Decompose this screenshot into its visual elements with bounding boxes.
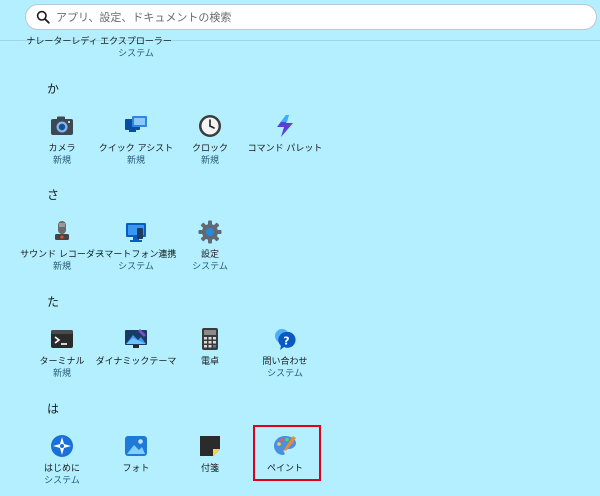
quick-assist-icon [125, 116, 147, 132]
app-tile-explorer-partial[interactable]: エクスプローラー システム [98, 36, 174, 62]
svg-text:?: ? [283, 335, 289, 348]
app-category: 新規 [200, 156, 219, 166]
clock-icon [199, 115, 221, 137]
photos-icon [125, 436, 147, 456]
dynamic-theme-icon [125, 329, 147, 348]
app-category: システム [267, 369, 303, 379]
terminal-icon [51, 330, 73, 348]
highlight-box [253, 425, 321, 481]
app-category: システム [192, 262, 228, 272]
app-tile-settings[interactable]: 設定 システム [172, 220, 248, 282]
sticky-notes-icon [200, 436, 220, 456]
settings-gear-icon [198, 220, 222, 244]
camera-icon [51, 116, 73, 135]
sound-recorder-icon [55, 221, 69, 240]
section-header-ha[interactable]: は [47, 400, 59, 417]
phone-link-icon [126, 223, 146, 242]
app-name: 設定 [200, 250, 219, 260]
search-bar[interactable] [25, 4, 597, 30]
app-name: コマンド パレット [247, 144, 323, 154]
app-tile-get-help[interactable]: ? 問い合わせ システム [247, 327, 323, 389]
app-tile-narrator-partial[interactable]: ナレーターレディ [24, 36, 100, 62]
get-help-icon: ? [275, 329, 296, 350]
section-header-ta[interactable]: た [47, 293, 59, 310]
app-category: システム [44, 476, 80, 486]
app-name: 問い合わせ [262, 357, 308, 367]
calculator-icon [202, 328, 218, 350]
app-name: ナレーターレディ [26, 37, 98, 47]
app-category: 新規 [52, 369, 71, 379]
get-started-icon [51, 435, 73, 457]
section-header-ka[interactable]: か [47, 80, 59, 97]
search-input[interactable] [56, 8, 576, 26]
command-palette-icon [277, 115, 293, 137]
app-category: システム [118, 49, 154, 59]
section-header-sa[interactable]: さ [47, 186, 59, 203]
search-icon [36, 10, 50, 24]
app-tile-command-palette[interactable]: コマンド パレット [247, 114, 323, 176]
app-name: エクスプローラー [100, 37, 172, 47]
